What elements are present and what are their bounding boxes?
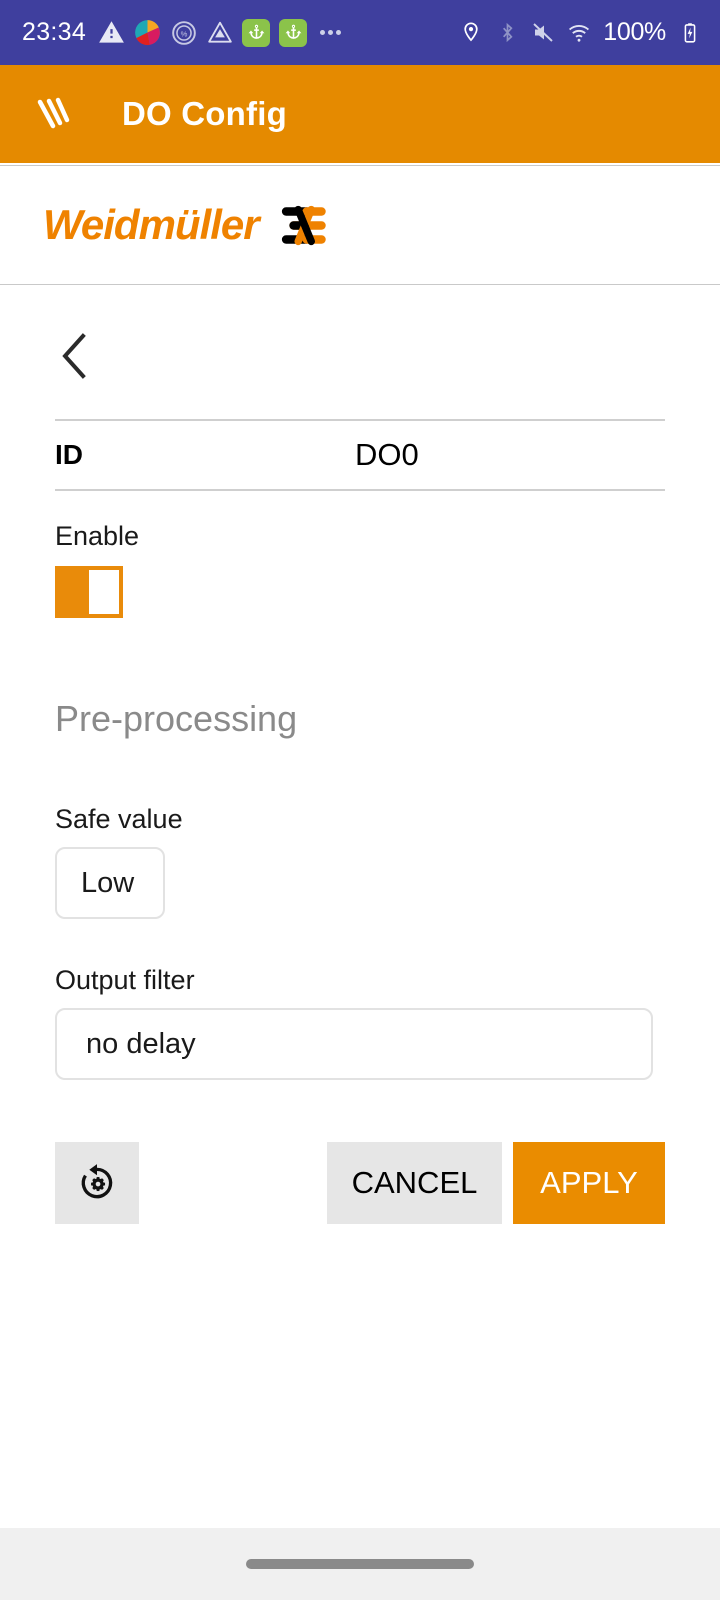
battery-charging-icon — [678, 21, 702, 45]
warning-triangle-icon — [98, 19, 125, 46]
id-row: ID DO0 — [55, 419, 665, 491]
brand-header: Weidmüller — [0, 165, 720, 285]
status-bar-left-group: 23:34 % — [22, 18, 342, 47]
output-filter-label: Output filter — [55, 965, 195, 995]
triangle-outline-icon — [206, 19, 233, 46]
page-title: DO Config — [122, 95, 287, 132]
pre-processing-section-title: Pre-processing — [55, 698, 298, 739]
more-dots-icon — [320, 30, 342, 35]
enable-label: Enable — [55, 521, 140, 551]
app-color-circle-icon — [134, 19, 161, 46]
anchor-badge-icon — [279, 18, 308, 47]
volume-muted-icon — [531, 21, 555, 45]
slanted-lines-menu-icon[interactable] — [28, 88, 80, 140]
app-bar: DO Config — [0, 65, 720, 163]
output-filter-selected: no delay — [86, 1027, 196, 1060]
anchor-badge-icon — [242, 18, 271, 47]
reset-button[interactable] — [55, 1142, 139, 1224]
location-pin-icon — [459, 21, 483, 45]
svg-text:%: % — [180, 29, 187, 38]
enable-toggle[interactable] — [55, 566, 123, 618]
brand-name: Weidmüller — [43, 201, 260, 248]
battery-percent-label: 100% — [603, 18, 666, 46]
cancel-button[interactable]: CANCEL — [327, 1142, 502, 1224]
back-row — [0, 285, 720, 382]
weidmueller-logo-mark-icon — [273, 203, 329, 248]
status-bar: 23:34 % 100% — [0, 0, 720, 65]
bluetooth-icon — [495, 21, 519, 45]
settings-backup-restore-icon — [76, 1162, 118, 1204]
system-navigation-bar — [0, 1528, 720, 1600]
status-clock: 23:34 — [22, 18, 87, 46]
brand-logo: Weidmüller — [43, 201, 329, 249]
chevron-left-icon[interactable] — [55, 330, 95, 382]
safe-value-selected: Low — [81, 866, 135, 899]
main-content: ID DO0 Enable Pre-processing Safe value … — [0, 285, 720, 1224]
output-filter-select[interactable]: no delay — [55, 1008, 653, 1080]
percent-circle-icon: % — [170, 19, 197, 46]
app-screen: 23:34 % 100% DO Config Weidmüller ID DO0… — [0, 0, 720, 1600]
id-label: ID — [55, 439, 83, 470]
status-bar-right-group: 100% — [459, 18, 702, 47]
apply-button[interactable]: APPLY — [513, 1142, 665, 1224]
safe-value-label: Safe value — [55, 804, 183, 834]
enable-toggle-knob — [89, 570, 119, 614]
safe-value-select[interactable]: Low — [55, 847, 165, 919]
id-value: DO0 — [355, 437, 419, 472]
wifi-icon — [567, 21, 591, 45]
action-button-row: CANCEL APPLY — [0, 1142, 720, 1224]
gesture-pill-handle[interactable] — [246, 1559, 474, 1569]
